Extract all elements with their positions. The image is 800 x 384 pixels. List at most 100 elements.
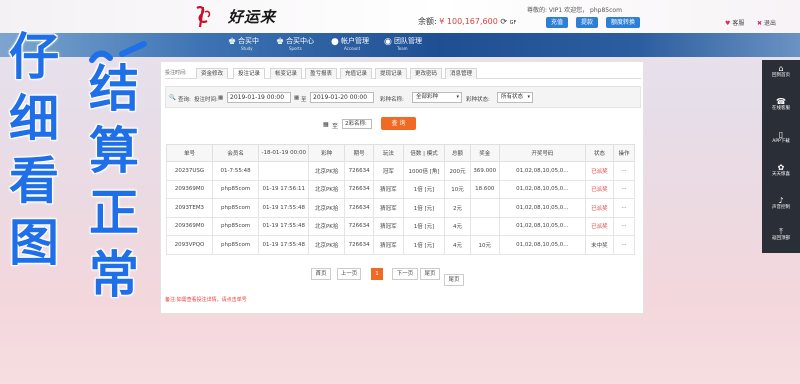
deposit-button[interactable]: 充值: [546, 17, 569, 28]
calendar-icon: ▦: [294, 95, 300, 101]
row-action-button[interactable]: ···: [613, 235, 635, 255]
order-id-link[interactable]: 20237USG: [165, 161, 214, 181]
nav-item-3[interactable]: ◉ 团队管理 Team: [384, 36, 422, 51]
transfer-button[interactable]: 额度转换: [606, 17, 641, 28]
table-cell: 726634: [343, 161, 375, 181]
table-cell: 已派奖: [584, 179, 615, 199]
nav-item-1[interactable]: ♚ 合买中心 Sports: [276, 36, 314, 51]
table-cell: 北京PK拾: [308, 179, 345, 199]
overlay-char: 正: [89, 184, 139, 242]
table-cell: 726634: [343, 179, 375, 199]
sidebar-label: 在线客服: [772, 106, 790, 111]
col-header: 倍数 | 模式: [402, 144, 446, 162]
overlay-char: 图: [9, 214, 59, 272]
to-label: 至: [301, 97, 307, 103]
sidebar-label: 返回顶部: [772, 236, 790, 241]
table-cell: 猜冠军: [373, 198, 404, 218]
table-row[interactable]: 2093TEM3 php85com 01-19 17:55:48 北京PK拾 72663…: [165, 198, 635, 218]
table-cell: 01-19 17:56:11: [258, 179, 310, 199]
order-id-link[interactable]: 2093TEM3: [165, 198, 214, 218]
table-cell: 200元: [444, 161, 471, 181]
sidebar-item-home[interactable]: ⌂ 回到首页: [762, 64, 800, 79]
pager-last-ghost[interactable]: 尾页: [444, 274, 464, 286]
tab-funds[interactable]: 资金修改: [196, 68, 229, 79]
logout-link[interactable]: ✖ 退出: [757, 18, 776, 27]
sidebar-label: 天天惊喜: [772, 172, 790, 177]
row-action-button[interactable]: ···: [613, 216, 635, 236]
sidebar-item-service[interactable]: ☎ 在线客服: [762, 97, 800, 112]
table-row[interactable]: 209369M0 php85com 01-19 17:55:48 北京PK拾 72663…: [165, 216, 635, 236]
table-row[interactable]: 209369M0 php85com 01-19 17:56:11 北京PK拾 72663…: [165, 179, 635, 199]
table-row[interactable]: 2093VPQO php85com 01-19 17:55:48 北京PK拾 72663…: [165, 235, 635, 255]
table-cell: 01-19 17:55:48: [258, 198, 310, 218]
trophy-icon: ♚: [276, 36, 285, 47]
nav-sub: Account: [344, 45, 361, 51]
game-select[interactable]: 全部彩种 ▾: [412, 92, 462, 103]
order-id-link[interactable]: 2093VPQO: [165, 235, 214, 255]
col-header: -18-01-19 00:00: [258, 144, 310, 162]
table-cell: 1倍 [元]: [402, 235, 446, 255]
pager-last[interactable]: 尾页: [420, 268, 440, 280]
table-cell: [258, 161, 310, 181]
pagination: 首页 上一页 1 下一页 尾页 尾页: [311, 268, 511, 286]
nav-title: 合买中: [238, 37, 259, 45]
home-icon: ⌂: [778, 64, 784, 73]
pager-page-1[interactable]: 1: [371, 268, 383, 280]
overlay-right-column: 结 算 正 常: [86, 58, 142, 306]
table-cell: 10元: [444, 179, 471, 199]
sidebar-item-top[interactable]: ⤒ 返回顶部: [762, 227, 800, 242]
tab-profit-report[interactable]: 盈亏报表: [305, 68, 338, 79]
pager-next[interactable]: 下一页: [392, 268, 418, 280]
overlay-strokes-icon: [89, 41, 147, 63]
nav-item-2[interactable]: ● 帐户管理 Account: [331, 36, 369, 51]
row-action-button[interactable]: ···: [613, 161, 635, 181]
search-icon: 🔍: [169, 95, 176, 101]
table-cell: 18.600: [469, 179, 500, 199]
table-row[interactable]: 20237USG 01-7:55:48 北京PK拾 726634 冠军 1000倍 [角]…: [165, 161, 635, 181]
floating-game-field[interactable]: 2彩名称:: [342, 119, 372, 129]
table-cell: 北京PK拾: [308, 198, 345, 218]
table-cell: 1倍 [元]: [402, 216, 446, 236]
sidebar-item-sound[interactable]: ♪ 声音控制: [762, 196, 800, 211]
tab-bet-records[interactable]: 投注记录: [233, 68, 266, 79]
tab-messages[interactable]: 消息管理: [445, 68, 478, 79]
sidebar-item-app[interactable]: ▯ APP下载: [762, 130, 800, 145]
customer-service-link[interactable]: ♥ 客服: [725, 18, 744, 27]
balance-display: 余额: ¥ 100,167,600 ⟳ GF: [418, 16, 516, 27]
customer-service-label: 客服: [732, 20, 745, 27]
table-cell: 01-19 17:55:48: [258, 216, 310, 236]
nav-item-0[interactable]: ♚ 合买中 Study: [228, 36, 259, 51]
pager-prev[interactable]: 上一页: [337, 268, 361, 280]
tab-account-changes[interactable]: 帐变记录: [270, 68, 303, 79]
balance-label: 余额:: [418, 17, 437, 26]
sidebar-item-gift[interactable]: ✿ 天天惊喜: [762, 163, 800, 178]
tab-change-password[interactable]: 更改密码: [410, 68, 443, 79]
nav-title: 帐户管理: [341, 37, 369, 45]
refresh-icon[interactable]: ⟳: [500, 17, 507, 26]
withdraw-button[interactable]: 提款: [576, 17, 599, 28]
date-from-input[interactable]: 2019-01-19 00:00: [227, 92, 291, 103]
nav-title: 合买中心: [286, 37, 314, 45]
date-to-input[interactable]: 2019-01-20 00:00: [310, 92, 374, 103]
status-select[interactable]: 所有状态 ▾: [497, 92, 533, 103]
col-header: 状态: [584, 144, 615, 162]
tab-withdraw-records[interactable]: 提现记录: [375, 68, 408, 79]
right-sidebar: ⌂ 回到首页 ☎ 在线客服 ▯ APP下载 ✿ 天天惊喜 ♪ 声音控制 ⤒ 返回…: [762, 60, 800, 253]
tab-deposit-records[interactable]: 充值记录: [340, 68, 373, 79]
calendar-icon: ▦: [218, 95, 224, 101]
col-header: 奖金: [469, 144, 500, 162]
col-header: 会员名: [212, 144, 260, 162]
row-action-button[interactable]: ···: [613, 198, 635, 218]
bet-time-label: 投注时间:: [194, 97, 218, 103]
row-action-button[interactable]: ···: [613, 179, 635, 199]
table-cell: 北京PK拾: [308, 235, 345, 255]
pager-first[interactable]: 首页: [311, 268, 331, 280]
table-cell: 369.000: [469, 161, 500, 181]
chevron-down-icon: ▾: [527, 94, 530, 100]
query-button[interactable]: 查 询: [381, 117, 416, 130]
order-id-link[interactable]: 209369M0: [165, 216, 214, 236]
order-id-link[interactable]: 209369M0: [165, 179, 214, 199]
table-cell: 726634: [343, 235, 375, 255]
overlay-char: 看: [9, 152, 59, 210]
table-cell: 01,02,08,10,05,0...: [498, 198, 586, 218]
